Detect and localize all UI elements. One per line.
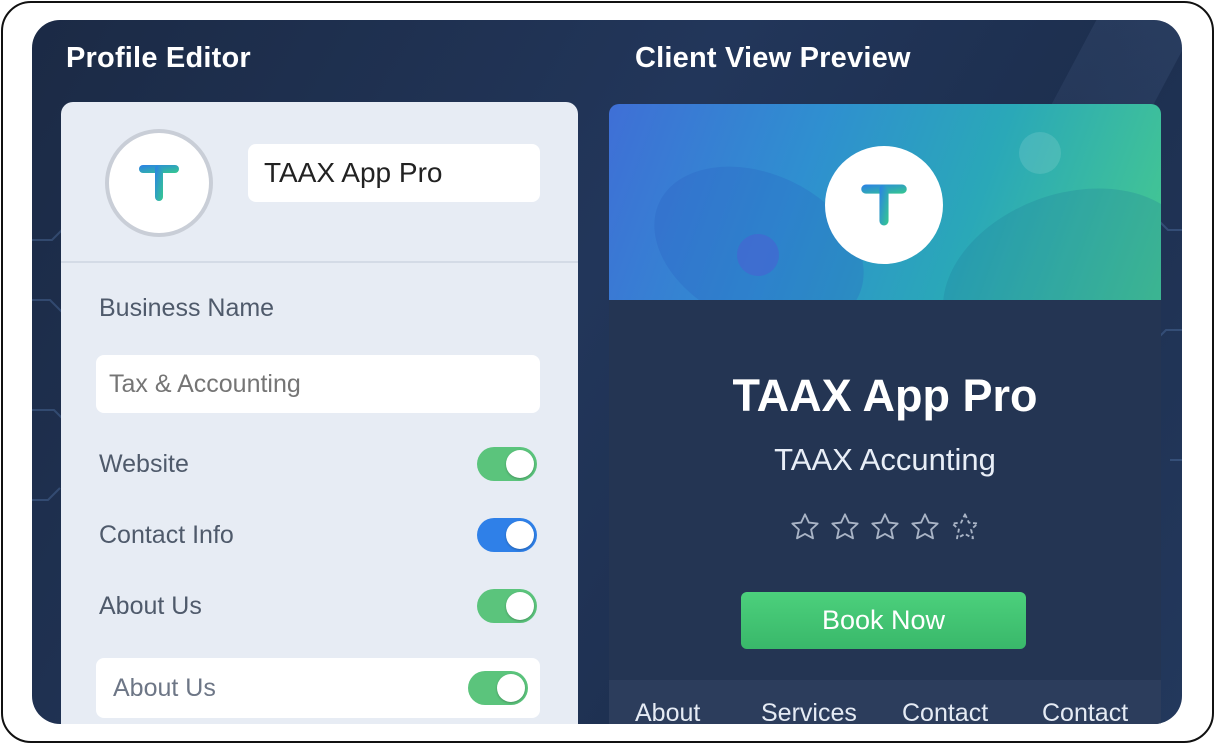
preview-business-name: TAAX App Pro	[732, 370, 1038, 421]
contact-info-label: Contact Info	[99, 521, 234, 549]
editor-header	[61, 102, 578, 263]
taax-logo-icon	[861, 184, 907, 226]
toggle-knob	[497, 674, 525, 702]
website-toggle[interactable]	[477, 447, 537, 481]
cover-decoration	[737, 234, 779, 276]
tab-services[interactable]: Services	[761, 699, 857, 724]
tab-about[interactable]: About	[635, 699, 700, 724]
about-us-toggle[interactable]	[477, 589, 537, 623]
star-outline-icon[interactable]	[829, 511, 861, 543]
about-us-field-toggle[interactable]	[468, 671, 528, 705]
business-name-input[interactable]	[96, 355, 540, 413]
cover-decoration	[916, 154, 1161, 300]
logo-avatar[interactable]	[105, 129, 213, 237]
preview-subtitle: TAAX Accunting	[774, 442, 996, 477]
star-outline-icon[interactable]	[869, 511, 901, 543]
star-rating[interactable]	[789, 511, 981, 547]
website-label: Website	[99, 450, 189, 478]
contact-info-toggle-row: Contact Info	[99, 516, 537, 556]
profile-editor-title: Profile Editor	[66, 42, 251, 74]
toggle-knob	[506, 450, 534, 478]
cover-decoration	[1019, 132, 1061, 174]
star-outline-icon[interactable]	[949, 511, 981, 543]
star-outline-icon[interactable]	[909, 511, 941, 543]
client-view-preview-panel: TAAX App Pro TAAX Accunting Book Now Abo…	[609, 104, 1161, 724]
toggle-knob	[506, 592, 534, 620]
about-us-label: About Us	[99, 592, 202, 620]
preview-logo	[825, 146, 943, 264]
client-view-preview-title: Client View Preview	[635, 42, 911, 74]
taax-logo-icon	[139, 165, 179, 201]
star-outline-icon[interactable]	[789, 511, 821, 543]
app-name-input[interactable]	[248, 144, 540, 202]
about-us-field-label: About Us	[113, 674, 216, 702]
website-toggle-row: Website	[99, 445, 537, 485]
app-screen: Profile Editor Client View Preview Busin…	[32, 20, 1182, 724]
profile-editor-panel: Business Name Website Contact Info About…	[61, 102, 578, 724]
toggle-knob	[506, 521, 534, 549]
business-name-label: Business Name	[99, 294, 275, 322]
tab-contact[interactable]: Contact	[902, 699, 988, 724]
preview-tab-bar: About Services Contact Contact	[609, 680, 1161, 724]
book-now-button[interactable]: Book Now	[741, 592, 1026, 649]
contact-info-toggle[interactable]	[477, 518, 537, 552]
about-us-toggle-row: About Us	[99, 587, 537, 627]
tab-contact-2[interactable]: Contact	[1042, 699, 1128, 724]
about-us-field[interactable]: About Us	[96, 658, 540, 718]
cover-banner	[609, 104, 1161, 300]
